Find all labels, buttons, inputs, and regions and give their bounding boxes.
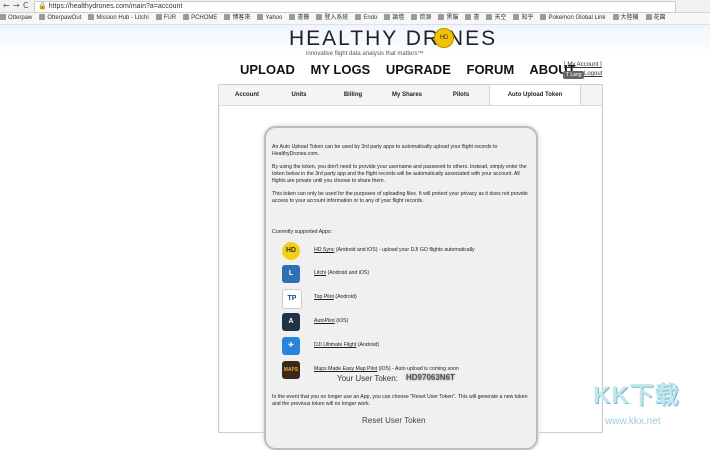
app-link-hd-sync[interactable]: HD Sync <box>314 247 334 253</box>
bookmark-item[interactable]: Yahoo <box>257 13 282 24</box>
address-bar[interactable]: 🔒 https://healthydrones.com/main?a=accoun… <box>34 1 676 13</box>
bookmarks-bar: Otterpaw OtterpawOut Mission Hub - Litchi F… <box>0 13 710 25</box>
bookmark-item[interactable]: 論壇 <box>384 13 404 24</box>
bookmark-item[interactable]: Pokemon Global Link <box>540 13 606 24</box>
bookmark-item[interactable]: 登入系統 <box>316 13 348 24</box>
bookmark-favicon-icon <box>486 14 493 20</box>
nav-my-logs[interactable]: MY LOGS <box>311 62 371 77</box>
bookmark-favicon-icon <box>384 14 391 20</box>
app-hd-sync: HD Sync (Android and iOS) - upload your … <box>314 247 475 253</box>
app-autopilot: AutoPilot (iOS) <box>314 318 349 324</box>
bookmark-favicon-icon <box>0 14 6 20</box>
token-usage-paragraph: By using the token, you don't need to pr… <box>272 164 527 184</box>
tab-pilots[interactable]: Pilots <box>431 85 491 105</box>
browser-toolbar: ← → C 🔒 https://healthydrones.com/main?a=… <box>0 0 710 13</box>
bookmark-item[interactable]: 書籤 <box>289 13 309 24</box>
bookmark-favicon-icon <box>257 14 264 20</box>
reload-icon[interactable]: C <box>23 1 29 10</box>
bookmark-favicon-icon <box>411 14 418 20</box>
lock-icon: 🔒 <box>38 3 47 10</box>
bookmark-item[interactable]: 大陸機 <box>612 13 639 24</box>
tab-account[interactable]: Account <box>219 85 275 105</box>
bookmark-item[interactable]: 知乎 <box>513 13 533 24</box>
bookmark-item[interactable]: Mission Hub - Litchi <box>88 13 149 24</box>
site-logo[interactable]: HEALTHY DR NES <box>289 27 497 51</box>
url-text: https://healthydrones.com/main?a=account <box>48 3 183 10</box>
bookmark-favicon-icon <box>438 14 445 20</box>
reset-user-token-button[interactable]: Reset User Token <box>362 416 425 425</box>
app-link-autopilot[interactable]: AutoPilot <box>314 318 335 324</box>
auto-upload-card: An Auto Upload Token can be used by 3rd … <box>264 126 538 450</box>
app-top-pilot: Top Pilot (Android) <box>314 294 357 300</box>
bookmark-item[interactable]: FUR <box>155 13 176 24</box>
reset-explanation: In the event that you no longer use an A… <box>272 394 528 407</box>
tab-units[interactable]: Units <box>275 85 323 105</box>
bookmark-favicon-icon <box>183 14 190 20</box>
forward-icon[interactable]: → <box>13 1 20 10</box>
drone-logo-icon: HD <box>434 28 454 48</box>
bookmark-item[interactable]: OtterpawOut <box>39 13 81 24</box>
tab-my-shares[interactable]: My Shares <box>383 85 431 105</box>
bookmark-item[interactable]: 博客來 <box>224 13 250 24</box>
bookmark-item[interactable]: 天空 <box>486 13 506 24</box>
settings-tabs: Account Units Billing My Shares Pilots A… <box>219 85 602 106</box>
top-pilot-icon: TP <box>282 289 302 309</box>
dji-ultimate-flight-icon: ✈ <box>282 337 300 355</box>
app-litchi: Litchi (Android and iOS) <box>314 270 370 276</box>
user-token-label: Your User Token: <box>337 374 398 383</box>
bookmark-favicon-icon <box>355 14 362 20</box>
watermark: KK下载 www.kkx.net <box>593 373 710 431</box>
litchi-icon: L <box>282 265 300 283</box>
bookmark-favicon-icon <box>612 14 619 20</box>
hd-sync-icon: HD <box>282 242 300 260</box>
bookmark-favicon-icon <box>88 14 95 20</box>
bookmark-item[interactable]: 花園 <box>645 13 666 24</box>
tab-auto-upload-token[interactable]: Auto Upload Token <box>489 85 581 105</box>
app-link-top-pilot[interactable]: Top Pilot <box>314 294 334 300</box>
app-link-dji-ultimate-flight[interactable]: DJI Ultimate Flight <box>314 342 356 348</box>
back-icon[interactable]: ← <box>3 1 10 10</box>
bookmark-favicon-icon <box>513 14 520 20</box>
app-link-litchi[interactable]: Litchi <box>314 270 326 276</box>
my-account-link[interactable]: [ My Account ] <box>564 62 602 68</box>
user-token-value: HD97063N6T <box>406 373 455 382</box>
app-maps-made-easy: Maps Made Easy Map Pilot (iOS) - Auto up… <box>314 366 459 372</box>
bookmark-favicon-icon <box>289 14 296 20</box>
settings-panel: Account Units Billing My Shares Pilots A… <box>218 84 603 450</box>
bookmark-favicon-icon <box>224 14 231 20</box>
bookmark-favicon-icon <box>540 14 547 20</box>
bookmark-favicon-icon <box>316 14 323 20</box>
main-nav: UPLOAD MY LOGS UPGRADE FORUM ABOUT <box>240 62 588 77</box>
nav-upload[interactable]: UPLOAD <box>240 62 295 77</box>
intro-paragraph: An Auto Upload Token can be used by 3rd … <box>272 144 498 157</box>
bookmark-item[interactable]: Endo <box>355 13 377 24</box>
bookmark-item[interactable]: 書 <box>465 13 479 24</box>
nav-upgrade[interactable]: UPGRADE <box>386 62 451 77</box>
logout-link[interactable]: Logout <box>584 71 602 77</box>
maps-made-easy-icon: MAPS <box>282 361 300 379</box>
app-link-maps-made-easy[interactable]: Maps Made Easy Map Pilot <box>314 366 377 372</box>
bookmark-favicon-icon <box>39 14 46 20</box>
bookmark-favicon-icon <box>465 14 472 20</box>
nav-forum[interactable]: FORUM <box>467 62 515 77</box>
site-tagline: innovative flight data analysis that mat… <box>306 51 424 57</box>
watermark-url: www.kkx.net <box>605 416 661 427</box>
bookmark-item[interactable]: 資源 <box>411 13 431 24</box>
bookmark-favicon-icon <box>645 14 652 20</box>
watermark-logo: KK下载 <box>593 382 680 409</box>
autopilot-icon: A <box>282 313 300 331</box>
supported-apps-title: Currently supported Apps: <box>272 229 332 235</box>
language-badge[interactable]: T Lang <box>563 71 585 79</box>
bookmark-item[interactable]: 黑貓 <box>438 13 458 24</box>
tab-content: An Auto Upload Token can be used by 3rd … <box>220 106 601 450</box>
privacy-paragraph: This token can only be used for the purp… <box>272 191 528 204</box>
app-dji-ultimate-flight: DJI Ultimate Flight (Android) <box>314 342 380 348</box>
bookmark-item[interactable]: Otterpaw <box>0 13 32 24</box>
bookmark-item[interactable]: PCHOME <box>183 13 217 24</box>
tab-billing[interactable]: Billing <box>323 85 383 105</box>
bookmark-favicon-icon <box>155 14 162 20</box>
